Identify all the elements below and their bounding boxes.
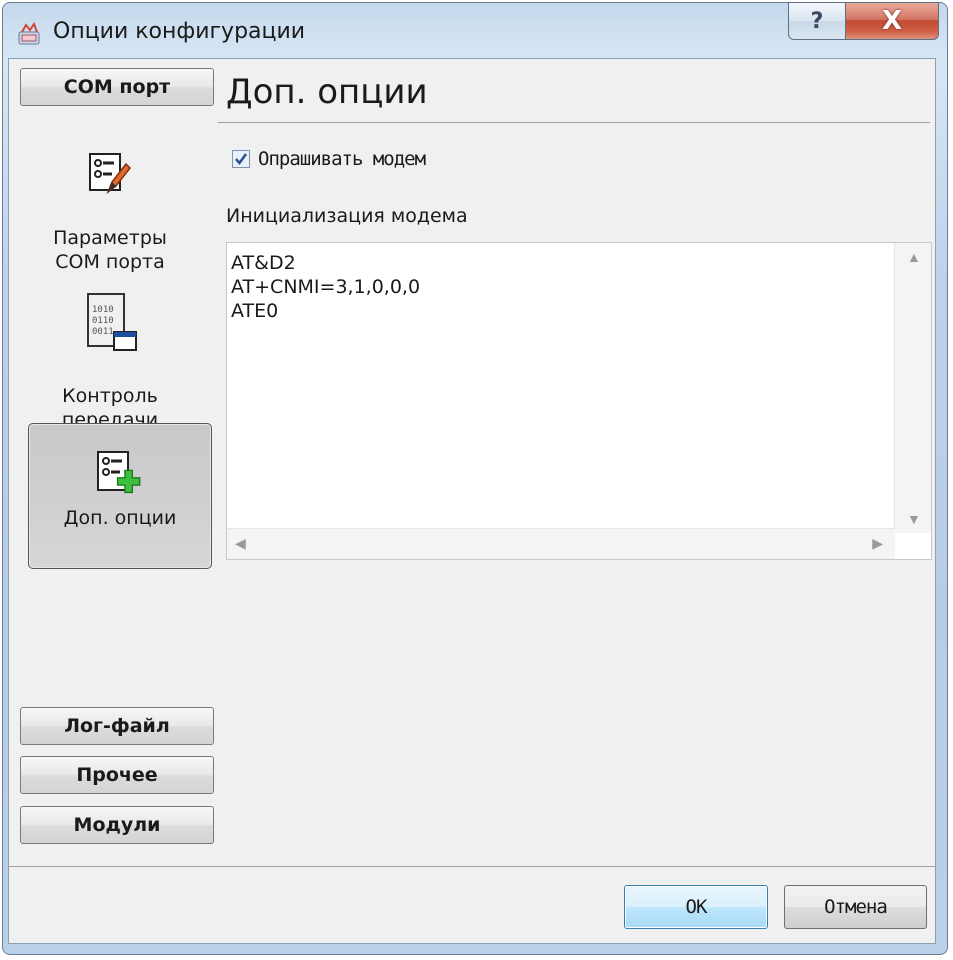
heading-divider [218, 122, 930, 123]
app-icon [18, 22, 40, 45]
close-icon: X [881, 6, 903, 36]
log-file-button[interactable]: Лог-файл [20, 707, 214, 745]
modules-button[interactable]: Модули [20, 806, 214, 844]
svg-text:0011: 0011 [92, 327, 114, 337]
sidebar-item-data-control[interactable]: 1010 0110 0011 Контроль передачи данных [20, 268, 200, 455]
modem-init-text[interactable]: AT&D2 AT+CNMI=3,1,0,0,0 ATE0 [231, 251, 420, 323]
com-port-label: COM порт [63, 76, 171, 98]
vertical-scrollbar[interactable]: ▲ ▼ [894, 243, 931, 533]
help-button[interactable]: ? [788, 2, 846, 40]
other-label: Прочее [76, 764, 158, 786]
modules-label: Модули [73, 814, 161, 836]
log-file-label: Лог-файл [64, 715, 170, 737]
modem-init-textarea[interactable]: AT&D2 AT+CNMI=3,1,0,0,0 ATE0 ▲ ▼ ◀ ▶ [226, 242, 932, 560]
sidebar-item-extra-options[interactable]: Доп. опции [28, 423, 212, 569]
ok-label: OK [685, 896, 708, 918]
sidebar-item-com-params[interactable]: Параметры COM порта [20, 128, 200, 273]
cancel-button[interactable]: Отмена [784, 885, 927, 929]
other-button[interactable]: Прочее [20, 756, 214, 794]
window-title: Опции конфигурации [53, 19, 306, 44]
scroll-up-icon[interactable]: ▲ [907, 249, 921, 265]
svg-text:1010: 1010 [92, 305, 114, 315]
settings-edit-icon [89, 153, 131, 195]
sidebar-item-label: Параметры COM порта [53, 227, 167, 273]
svg-text:0110: 0110 [92, 316, 114, 326]
com-port-button[interactable]: COM порт [20, 68, 214, 106]
poll-modem-checkbox[interactable] [232, 150, 250, 168]
scroll-left-icon[interactable]: ◀ [235, 535, 246, 552]
data-transfer-icon: 1010 0110 0011 [87, 293, 137, 351]
settings-add-icon [97, 451, 141, 494]
close-button[interactable]: X [845, 2, 939, 40]
sidebar-item-label: Доп. опции [63, 507, 177, 529]
ok-button[interactable]: OK [624, 885, 768, 929]
help-icon: ? [810, 8, 824, 34]
scroll-right-icon[interactable]: ▶ [872, 535, 883, 552]
horizontal-scrollbar[interactable]: ◀ ▶ [227, 528, 895, 559]
poll-modem-checkbox-row[interactable]: Опрашивать модем [232, 148, 426, 170]
modem-init-label: Инициализация модема [226, 205, 468, 227]
cancel-label: Отмена [824, 896, 888, 918]
poll-modem-label: Опрашивать модем [258, 148, 426, 170]
checkmark-icon [235, 153, 248, 166]
title-bar[interactable]: Опции конфигурации ? X [3, 2, 947, 63]
page-title: Доп. опции [226, 72, 428, 112]
scroll-down-icon[interactable]: ▼ [907, 511, 921, 527]
